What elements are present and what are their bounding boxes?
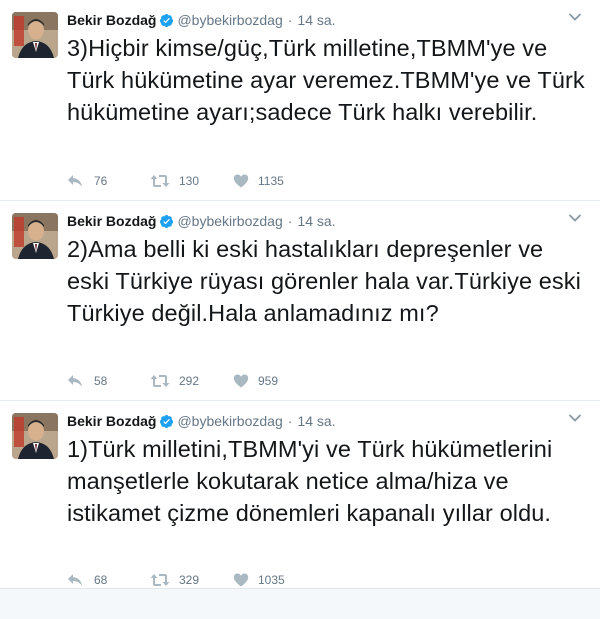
like-count: 1035 — [258, 573, 285, 587]
retweet-count: 130 — [179, 174, 200, 188]
retweet-icon — [150, 574, 170, 586]
author-handle[interactable]: @bybekirbozdag — [177, 213, 282, 229]
separator: · — [287, 213, 293, 229]
reply-count: 58 — [94, 374, 108, 388]
like-button[interactable]: 1035 — [233, 573, 285, 587]
retweet-icon — [150, 175, 170, 187]
retweet-button[interactable]: 329 — [150, 573, 233, 587]
like-button[interactable]: 959 — [233, 374, 278, 388]
like-count: 1135 — [258, 174, 284, 188]
tweet-header: Bekir Bozdağ @bybekirbozdag · 14 sa. — [67, 211, 336, 231]
reply-count: 68 — [94, 573, 108, 587]
retweet-icon — [150, 375, 170, 387]
avatar[interactable] — [12, 12, 58, 58]
like-count: 959 — [258, 374, 279, 388]
footer-bar — [0, 589, 600, 619]
verified-badge-icon — [160, 214, 174, 228]
chevron-down-icon[interactable] — [568, 12, 582, 22]
tweet-actions: 58 292 959 — [67, 371, 278, 391]
separator: · — [287, 12, 293, 28]
separator: · — [287, 413, 293, 429]
author-handle[interactable]: @bybekirbozdag — [177, 12, 282, 28]
avatar[interactable] — [12, 213, 58, 259]
timestamp[interactable]: 14 sa. — [297, 413, 335, 429]
author-name[interactable]: Bekir Bozdağ — [67, 413, 156, 429]
reply-button[interactable]: 68 — [67, 573, 150, 587]
like-button[interactable]: 1135 — [233, 174, 284, 188]
tweet-actions: 76 130 1135 — [67, 171, 284, 191]
retweet-button[interactable]: 292 — [150, 374, 233, 388]
tweet-text: 1)Türk milletini,TBMM'yi ve Türk hükümet… — [67, 436, 553, 526]
tweet-header: Bekir Bozdağ @bybekirbozdag · 14 sa. — [67, 10, 336, 30]
reply-button[interactable]: 58 — [67, 374, 150, 388]
heart-icon — [233, 573, 249, 587]
author-name[interactable]: Bekir Bozdağ — [67, 213, 156, 229]
tweet-header: Bekir Bozdağ @bybekirbozdag · 14 sa. — [67, 411, 336, 431]
reply-button[interactable]: 76 — [67, 174, 150, 188]
retweet-count: 329 — [179, 573, 200, 587]
reply-icon — [68, 574, 82, 586]
avatar[interactable] — [12, 413, 58, 459]
verified-badge-icon — [160, 414, 174, 428]
heart-icon — [233, 174, 249, 188]
tweet-actions: 68 329 1035 — [67, 570, 285, 590]
tweet[interactable]: Bekir Bozdağ @bybekirbozdag · 14 sa. 2)A… — [0, 201, 600, 401]
reply-count: 76 — [94, 174, 108, 188]
tweet-text: 3)Hiçbir kimse/güç,Türk milletine,TBMM'y… — [67, 35, 585, 125]
timestamp[interactable]: 14 sa. — [297, 12, 335, 28]
tweet[interactable]: Bekir Bozdağ @bybekirbozdag · 14 sa. 3)H… — [0, 0, 600, 201]
tweet-text: 2)Ama belli ki eski hastalıkları depreşe… — [67, 236, 581, 326]
retweet-button[interactable]: 130 — [150, 174, 233, 188]
heart-icon — [233, 374, 249, 388]
author-name[interactable]: Bekir Bozdağ — [67, 12, 156, 28]
reply-icon — [68, 175, 82, 187]
chevron-down-icon[interactable] — [568, 413, 582, 423]
timestamp[interactable]: 14 sa. — [297, 213, 335, 229]
author-handle[interactable]: @bybekirbozdag — [177, 413, 282, 429]
chevron-down-icon[interactable] — [568, 213, 582, 223]
reply-icon — [68, 375, 82, 387]
verified-badge-icon — [160, 13, 174, 27]
retweet-count: 292 — [179, 374, 200, 388]
tweet[interactable]: Bekir Bozdağ @bybekirbozdag · 14 sa. 1)T… — [0, 401, 600, 589]
